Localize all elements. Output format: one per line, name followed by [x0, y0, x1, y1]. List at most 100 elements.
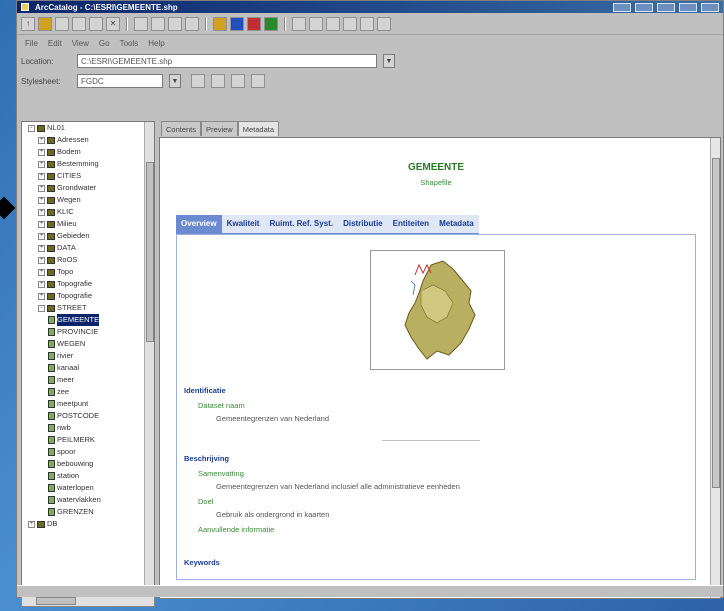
- tree-item[interactable]: waterlopen: [22, 482, 154, 494]
- mtab-metadata[interactable]: Metadata: [434, 215, 479, 233]
- launch-arcmap-icon[interactable]: [213, 16, 227, 31]
- expand-toggle-icon[interactable]: +: [38, 220, 45, 228]
- doc-vertical-scrollbar[interactable]: [710, 138, 720, 598]
- expand-toggle-icon[interactable]: +: [38, 148, 45, 156]
- details-icon[interactable]: [168, 16, 182, 31]
- identify-icon[interactable]: [360, 16, 374, 31]
- copy-icon[interactable]: [72, 16, 86, 31]
- tree-hscroll-thumb[interactable]: [36, 597, 76, 605]
- tree-item[interactable]: + Topografie: [22, 290, 154, 302]
- expand-toggle-icon[interactable]: +: [38, 256, 45, 264]
- tree-item[interactable]: + DATA: [22, 242, 154, 254]
- tree-item[interactable]: watervlakken: [22, 494, 154, 506]
- print-icon[interactable]: [191, 74, 205, 88]
- up-one-level-icon[interactable]: ↑: [21, 16, 35, 31]
- zoom-out-icon[interactable]: [309, 16, 323, 31]
- app-icon: [21, 3, 29, 11]
- expand-toggle-icon[interactable]: +: [38, 244, 45, 252]
- menu-file[interactable]: File: [25, 39, 38, 48]
- large-icons-icon[interactable]: [134, 16, 148, 31]
- stylesheet-select[interactable]: FGDC: [77, 74, 163, 88]
- tree-item[interactable]: spoor: [22, 446, 154, 458]
- tree-item[interactable]: rivier: [22, 350, 154, 362]
- expand-toggle-icon[interactable]: +: [38, 184, 45, 192]
- expand-toggle-icon[interactable]: -: [38, 304, 45, 312]
- tree-item[interactable]: + Gebieden: [22, 230, 154, 242]
- tree-item[interactable]: WEGEN: [22, 338, 154, 350]
- zoom-in-icon[interactable]: [292, 16, 306, 31]
- tree-item[interactable]: GRENZEN: [22, 506, 154, 518]
- import-icon[interactable]: [231, 74, 245, 88]
- create-thumbnail-icon[interactable]: [377, 16, 391, 31]
- connect-folder-icon[interactable]: [38, 16, 52, 31]
- mtab-distributie[interactable]: Distributie: [338, 215, 388, 233]
- disconnect-folder-icon[interactable]: [55, 16, 69, 31]
- tree-item[interactable]: + DB: [22, 518, 154, 530]
- tree-item[interactable]: meetpunt: [22, 398, 154, 410]
- tree-item[interactable]: GEMEENTE: [22, 314, 154, 326]
- mtab-overview[interactable]: Overview: [176, 215, 222, 233]
- list-icon[interactable]: [151, 16, 165, 31]
- menu-go[interactable]: Go: [99, 39, 110, 48]
- tree-item[interactable]: nwb: [22, 422, 154, 434]
- menu-edit[interactable]: Edit: [48, 39, 62, 48]
- expand-toggle-icon[interactable]: +: [38, 196, 45, 204]
- tree-item[interactable]: station: [22, 470, 154, 482]
- expand-toggle-icon[interactable]: +: [28, 520, 35, 528]
- tree-scroll-thumb[interactable]: [146, 162, 154, 342]
- tree-item[interactable]: - NL01: [22, 122, 154, 134]
- expand-toggle-icon[interactable]: +: [38, 280, 45, 288]
- mtab-entiteiten[interactable]: Entiteiten: [388, 215, 434, 233]
- pan-icon[interactable]: [326, 16, 340, 31]
- tree-item[interactable]: + Adressen: [22, 134, 154, 146]
- expand-toggle-icon[interactable]: +: [38, 160, 45, 168]
- stylesheet-dropdown-icon[interactable]: ▼: [169, 74, 181, 88]
- doc-scroll-thumb[interactable]: [712, 158, 720, 488]
- expand-toggle-icon[interactable]: +: [38, 136, 45, 144]
- location-input[interactable]: C:\ESRI\GEMEENTE.shp: [77, 54, 377, 68]
- mtab-kwaliteit[interactable]: Kwaliteit: [222, 215, 265, 233]
- tree-item[interactable]: PROVINCIE: [22, 326, 154, 338]
- expand-toggle-icon[interactable]: +: [38, 268, 45, 276]
- expand-toggle-icon[interactable]: +: [38, 232, 45, 240]
- tree-item[interactable]: + Topo: [22, 266, 154, 278]
- tab-contents[interactable]: Contents: [161, 121, 202, 136]
- tree-item[interactable]: POSTCODE: [22, 410, 154, 422]
- location-dropdown-icon[interactable]: ▼: [383, 54, 395, 68]
- mtab-ruimt-ref-syst[interactable]: Ruimt. Ref. Syst.: [264, 215, 338, 233]
- tree-item[interactable]: meer: [22, 374, 154, 386]
- expand-toggle-icon[interactable]: +: [38, 172, 45, 180]
- menu-view[interactable]: View: [72, 39, 89, 48]
- tree-item[interactable]: + Grondwater: [22, 182, 154, 194]
- delete-icon[interactable]: ✕: [106, 16, 120, 31]
- tree-item[interactable]: - STREET: [22, 302, 154, 314]
- tab-preview[interactable]: Preview: [201, 121, 238, 136]
- menu-tools[interactable]: Tools: [120, 39, 139, 48]
- expand-toggle-icon[interactable]: -: [28, 124, 35, 132]
- tree-item[interactable]: + Topografie: [22, 278, 154, 290]
- properties-icon[interactable]: [211, 74, 225, 88]
- tree-item[interactable]: kanaal: [22, 362, 154, 374]
- tree-item[interactable]: + Bodem: [22, 146, 154, 158]
- metadata-edit-icon[interactable]: [264, 16, 278, 31]
- tree-item[interactable]: zee: [22, 386, 154, 398]
- tree-item[interactable]: bebouwing: [22, 458, 154, 470]
- full-extent-icon[interactable]: [343, 16, 357, 31]
- tree-item[interactable]: + RoOS: [22, 254, 154, 266]
- expand-toggle-icon[interactable]: +: [38, 208, 45, 216]
- tree-item[interactable]: + KLIC: [22, 206, 154, 218]
- tree-item[interactable]: + Wegen: [22, 194, 154, 206]
- menu-help[interactable]: Help: [148, 39, 164, 48]
- tree-item[interactable]: + Bestemming: [22, 158, 154, 170]
- thumbnails-icon[interactable]: [185, 16, 199, 31]
- tree-item[interactable]: + CITIES: [22, 170, 154, 182]
- whats-this-icon[interactable]: [247, 16, 261, 31]
- tab-metadata[interactable]: Metadata: [237, 121, 279, 136]
- expand-toggle-icon[interactable]: +: [38, 292, 45, 300]
- export-icon[interactable]: [251, 74, 265, 88]
- paste-icon[interactable]: [89, 16, 103, 31]
- tree-item[interactable]: + Milieu: [22, 218, 154, 230]
- tree-item[interactable]: PEILMERK: [22, 434, 154, 446]
- tree-vertical-scrollbar[interactable]: [144, 122, 154, 594]
- arctoolbox-icon[interactable]: [230, 16, 244, 31]
